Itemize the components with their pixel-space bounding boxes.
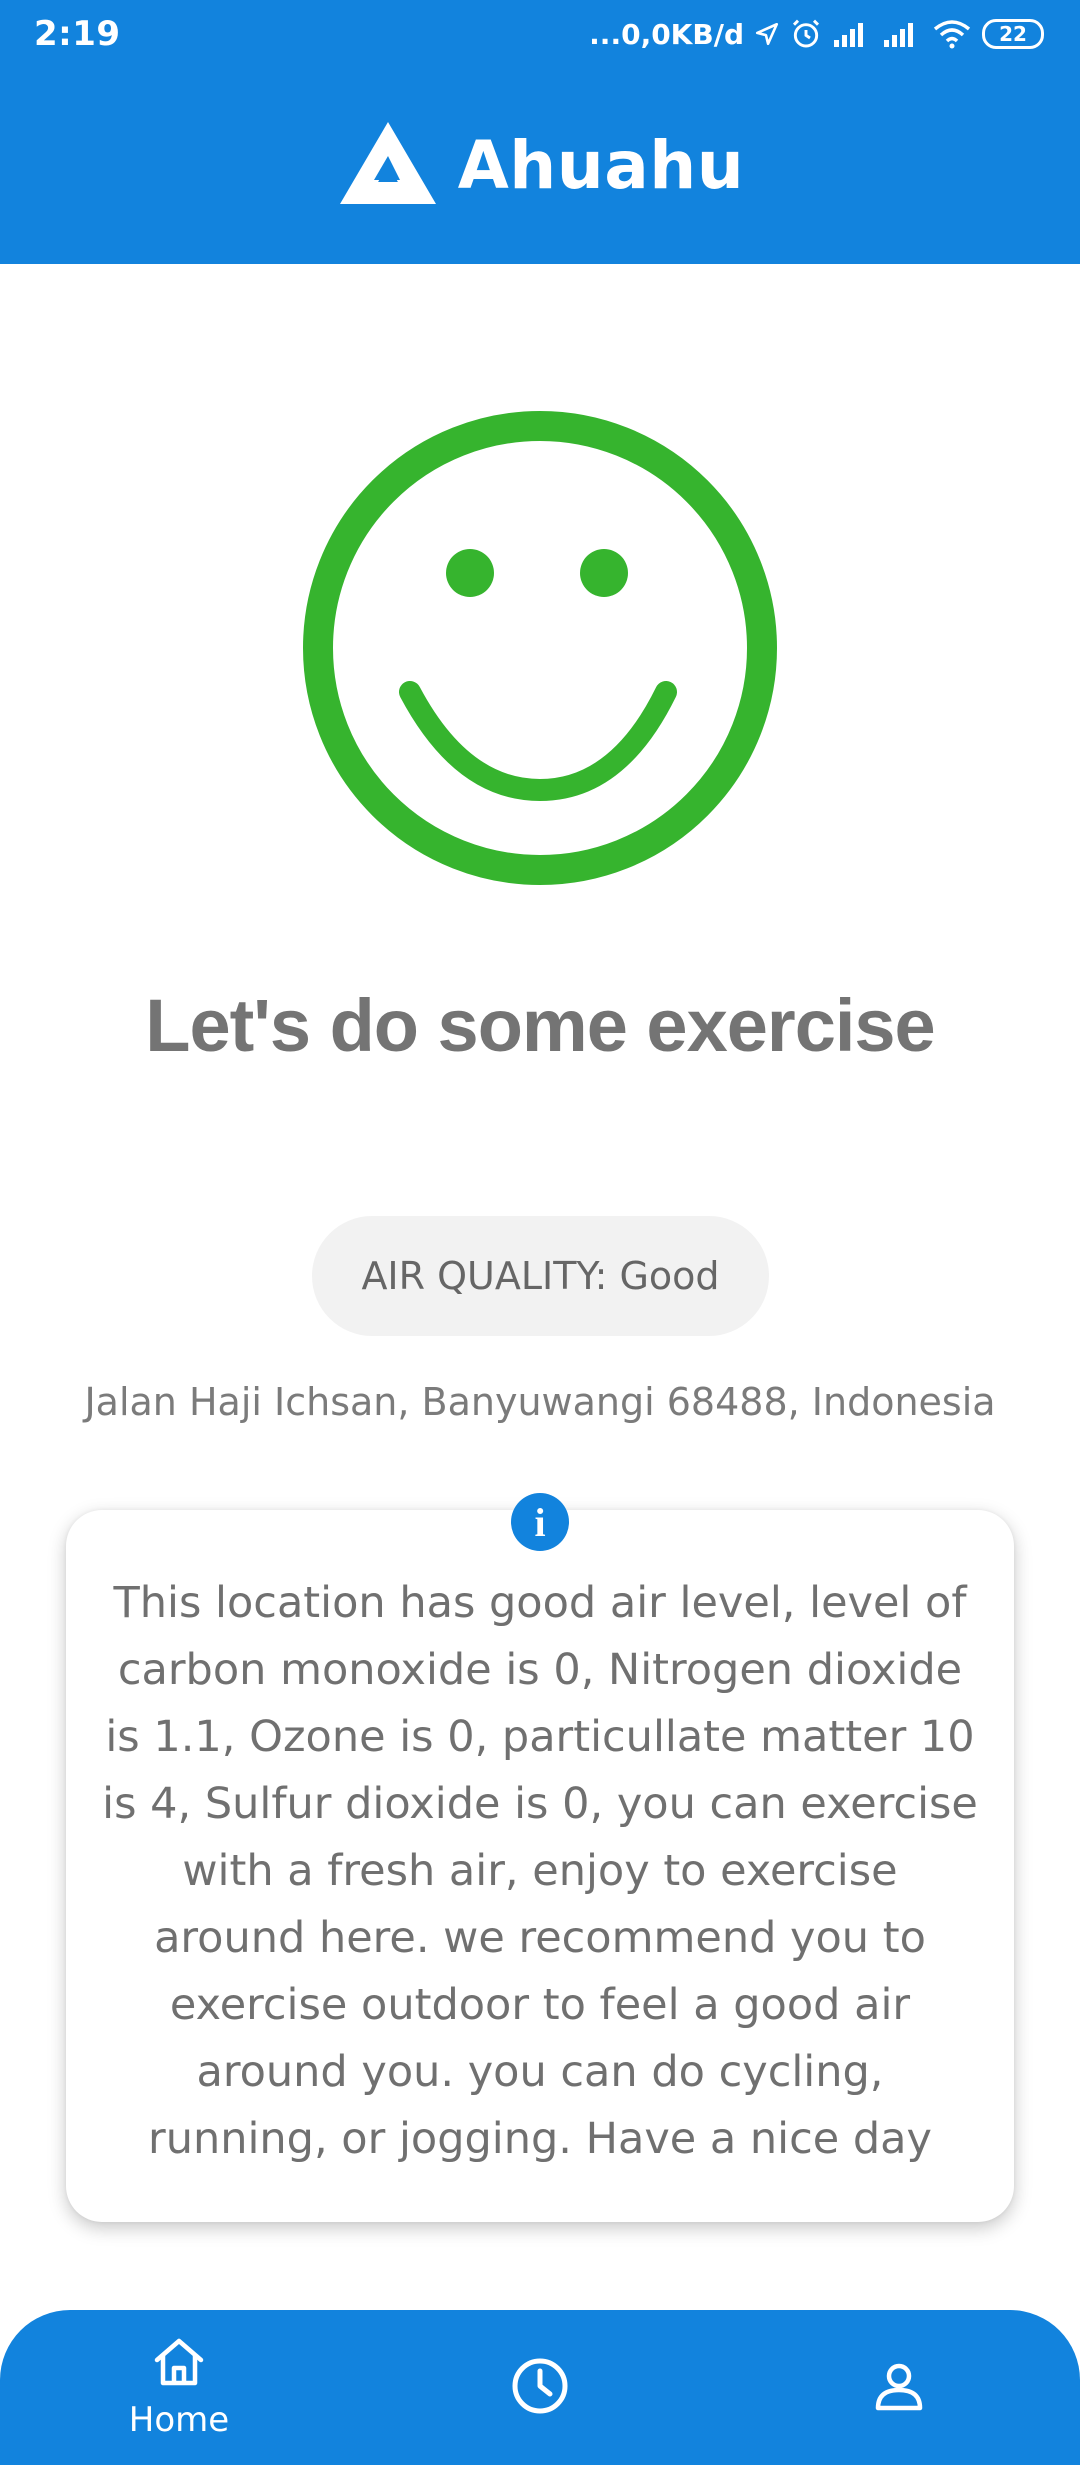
- status-icons: ...0,0KB/d 22: [589, 12, 1044, 56]
- bottom-navigation: Home: [0, 2310, 1080, 2465]
- person-icon: [873, 2360, 925, 2416]
- alarm-icon: [790, 18, 822, 50]
- signal-icon: [832, 20, 872, 48]
- clock-icon: [510, 2356, 570, 2420]
- signal-icon-2: [882, 20, 922, 48]
- status-time: 2:19: [34, 14, 121, 54]
- battery-icon: 22: [982, 19, 1044, 49]
- status-headline: Let's do some exercise: [145, 984, 935, 1067]
- info-icon: i: [511, 1493, 569, 1551]
- app-logo-icon: [336, 118, 440, 212]
- air-quality-badge: AIR QUALITY: Good: [312, 1216, 769, 1336]
- nav-home-label: Home: [128, 2399, 230, 2440]
- nav-history[interactable]: [465, 2310, 615, 2465]
- network-speed: ...0,0KB/d: [589, 17, 744, 51]
- smiley-face-icon: [302, 410, 778, 886]
- nav-profile[interactable]: [824, 2310, 974, 2465]
- home-icon: [151, 2336, 207, 2392]
- app-header: 2:19 ...0,0KB/d 22 Ahuahu: [0, 0, 1080, 264]
- location-address: Jalan Haji Ichsan, Banyuwangi 68488, Ind…: [84, 1380, 996, 1424]
- app-name: Ahuahu: [457, 126, 745, 204]
- location-arrow-icon: [754, 21, 780, 47]
- info-description: This location has good air level, level …: [102, 1578, 978, 2164]
- wifi-icon: [932, 19, 972, 49]
- nav-home[interactable]: Home: [104, 2310, 254, 2465]
- app-brand: Ahuahu: [0, 118, 1080, 212]
